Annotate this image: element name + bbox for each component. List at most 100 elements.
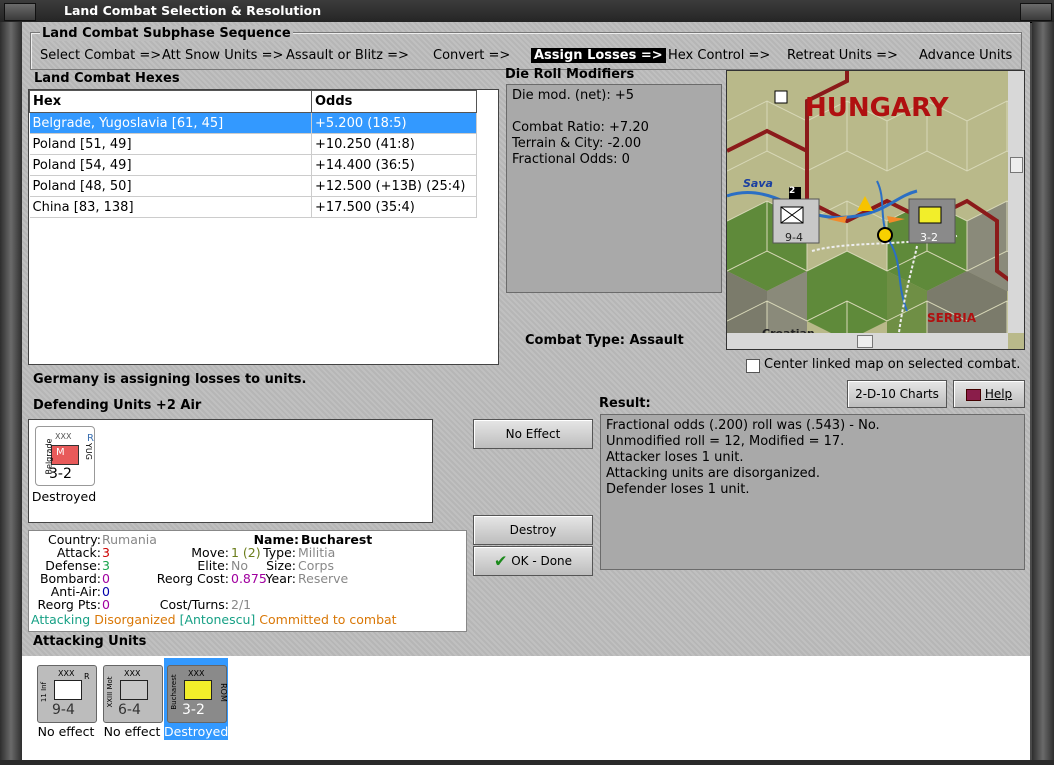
unit-type-icon xyxy=(54,680,82,700)
center-map-checkbox[interactable] xyxy=(746,359,760,373)
odds-cell: +12.500 (+13B) (25:4) xyxy=(311,175,477,197)
defending-panel: M XXX R Belgrade YUG 3-2 Destroyed xyxy=(28,419,433,523)
no-effect-button[interactable]: No Effect xyxy=(473,419,593,449)
map-region-label: SERBIA xyxy=(927,311,976,325)
hex-cell: China [83, 138] xyxy=(29,196,312,218)
drm-fractional: Fractional Odds: 0 xyxy=(512,152,630,167)
help-book-icon xyxy=(965,388,981,401)
result-line: Fractional odds (.200) roll was (.543) -… xyxy=(606,418,880,433)
subphase-step[interactable]: Convert => xyxy=(433,48,510,63)
detail-reorg-cost: 0.875 xyxy=(231,571,267,586)
attacking-unit[interactable]: XXX XXIII Mot 6-4 No effect xyxy=(100,658,164,740)
defending-title: Defending Units +2 Air xyxy=(33,398,202,413)
odds-cell: +5.200 (18:5) xyxy=(311,112,477,134)
ok-done-button[interactable]: ✔ OK - Done xyxy=(473,546,593,576)
col-odds-header[interactable]: Odds xyxy=(311,90,477,113)
result-line: Attacker loses 1 unit. xyxy=(606,450,744,465)
detail-reorg-cost-label: Reorg Cost: xyxy=(156,571,229,586)
unit-details-panel: Country: Rumania Attack: 3 Defense: 3 Bo… xyxy=(28,530,467,632)
unit-type-icon xyxy=(120,680,148,700)
charts-button[interactable]: 2-D-10 Charts xyxy=(847,380,947,408)
detail-cost-turns-label: Cost/Turns: xyxy=(159,597,229,612)
result-line: Attacking units are disorganized. xyxy=(606,466,820,481)
detail-reorg-label: Reorg Pts: xyxy=(37,597,101,612)
subphase-title: Land Combat Subphase Sequence xyxy=(40,26,293,41)
subphase-step[interactable]: Retreat Units => xyxy=(787,48,898,63)
attacking-unit-value: 9-4 xyxy=(52,702,75,718)
map-unit-value-b[interactable]: 3-2 xyxy=(920,231,938,244)
result-line: Defender loses 1 unit. xyxy=(606,482,750,497)
detail-reorg: 0 xyxy=(102,597,110,612)
combat-type: Combat Type: Assault xyxy=(525,333,684,348)
hex-row[interactable]: Poland [48, 50] +12.500 (+13B) (25:4) xyxy=(29,175,477,197)
status-disorganized: Disorganized xyxy=(94,612,176,627)
hexes-title: Land Combat Hexes xyxy=(34,71,180,86)
defending-unit-counter[interactable]: M XXX R Belgrade YUG 3-2 xyxy=(35,426,95,486)
detail-status-line: Attacking Disorganized [Antonescu] Commi… xyxy=(31,612,397,627)
result-line: Unmodified roll = 12, Modified = 17. xyxy=(606,434,845,449)
close-window-button[interactable] xyxy=(1020,3,1052,21)
hexes-table: Hex Odds Belgrade, Yugoslavia [61, 45] +5… xyxy=(29,90,477,218)
subphase-step[interactable]: Select Combat => xyxy=(40,48,161,63)
odds-cell: +17.500 (35:4) xyxy=(311,196,477,218)
destroy-button[interactable]: Destroy xyxy=(473,515,593,545)
result-panel: Fractional odds (.200) roll was (.543) -… xyxy=(600,414,1025,570)
checkmark-icon: ✔ xyxy=(493,551,508,571)
subphase-step[interactable]: Hex Control => xyxy=(668,48,770,63)
status-committed: Committed to combat xyxy=(259,612,397,627)
hex-row[interactable]: Poland [51, 49] +10.250 (41:8) xyxy=(29,133,477,155)
bottom-border xyxy=(0,760,1054,765)
hex-cell: Poland [48, 50] xyxy=(29,175,312,197)
attacking-unit-size: XXX xyxy=(124,669,141,678)
dialog-body: Land Combat Subphase Sequence Select Com… xyxy=(22,22,1030,760)
system-menu-button[interactable] xyxy=(4,3,36,21)
hex-row[interactable]: Poland [54, 49] +14.400 (36:5) xyxy=(29,154,477,176)
detail-cost-turns: 2/1 xyxy=(231,597,252,612)
detail-year-label: Year: xyxy=(265,571,296,586)
subphase-step[interactable]: Att Snow Units => xyxy=(162,48,283,63)
attacking-unit-flag: ROM xyxy=(218,683,228,702)
attacking-unit[interactable]: XXX 11 Inf R 9-4 No effect xyxy=(34,658,98,740)
defending-unit-status: Destroyed xyxy=(31,489,97,504)
detail-year: Reserve xyxy=(298,571,349,586)
attacking-unit-counter: XXX 11 Inf R 9-4 xyxy=(37,665,97,723)
drm-title: Die Roll Modifiers xyxy=(505,67,635,82)
result-lines: Fractional odds (.200) roll was (.543) -… xyxy=(606,418,880,498)
attacking-unit-name: 11 Inf xyxy=(40,681,48,703)
result-title: Result: xyxy=(599,396,651,411)
col-hex-header[interactable]: Hex xyxy=(29,90,312,113)
right-border xyxy=(1032,22,1054,765)
attacking-unit-status: No effect xyxy=(37,724,95,739)
hex-row[interactable]: Belgrade, Yugoslavia [61, 45] +5.200 (18:… xyxy=(29,112,477,134)
title-bar: Land Combat Selection & Resolution xyxy=(0,0,1054,23)
subphase-step[interactable]: Advance Units xyxy=(919,48,1012,63)
hex-cell: Belgrade, Yugoslavia [61, 45] xyxy=(29,112,312,134)
attacking-title: Attacking Units xyxy=(33,634,147,649)
hex-cell: Poland [54, 49] xyxy=(29,154,312,176)
attacking-unit[interactable]: XXX Bucharest ROM 3-2 Destroyed xyxy=(164,658,228,740)
drm-terrain: Terrain & City: -2.00 xyxy=(512,136,642,151)
map-vscroll[interactable] xyxy=(1008,71,1024,333)
linked-map[interactable]: HUNGARY Sava SERBIA Croatian 2 9-4 3-2 xyxy=(726,70,1025,350)
map-hscroll[interactable] xyxy=(727,333,1008,349)
defending-unit-nation: YUG xyxy=(83,443,93,460)
ok-done-label: OK - Done xyxy=(511,554,573,568)
odds-cell: +14.400 (36:5) xyxy=(311,154,477,176)
attacking-unit-status: No effect xyxy=(103,724,161,739)
attacking-unit-name: XXIII Mot xyxy=(106,676,114,708)
detail-country: Rumania xyxy=(102,532,157,547)
map-hscroll-thumb[interactable] xyxy=(857,335,873,348)
map-vscroll-thumb[interactable] xyxy=(1010,157,1023,173)
drm-net: Die mod. (net): +5 xyxy=(512,88,635,103)
map-unit-value-a[interactable]: 9-4 xyxy=(785,231,803,244)
attacking-unit-value: 3-2 xyxy=(182,702,205,718)
hex-row[interactable]: China [83, 138] +17.500 (35:4) xyxy=(29,196,477,218)
drm-ratio: Combat Ratio: +7.20 xyxy=(512,120,649,135)
help-button[interactable]: Help xyxy=(953,380,1025,408)
subphase-step[interactable]: Assign Losses => xyxy=(531,48,666,63)
attacking-unit-status: Destroyed xyxy=(164,724,229,739)
attacking-unit-value: 6-4 xyxy=(118,702,141,718)
defending-unit-type: M xyxy=(56,447,65,458)
map-country-label: HUNGARY xyxy=(805,93,949,123)
subphase-step[interactable]: Assault or Blitz => xyxy=(286,48,409,63)
